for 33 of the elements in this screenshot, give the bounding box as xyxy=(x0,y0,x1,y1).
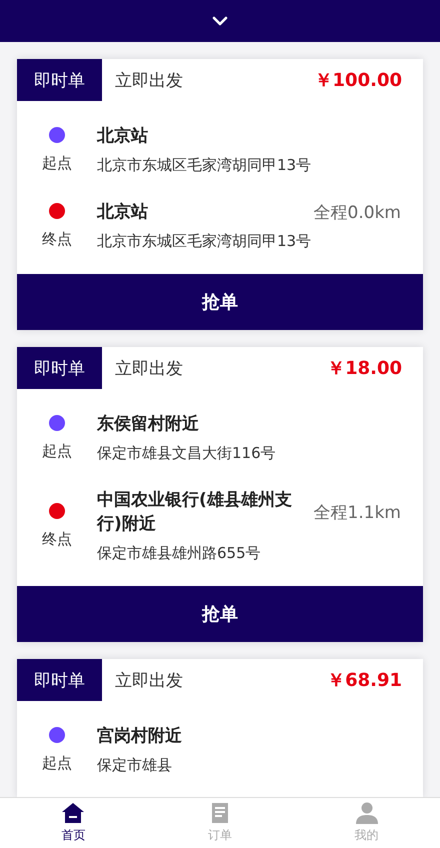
location-label: 起点 xyxy=(42,153,72,173)
place-address: 保定市雄县 xyxy=(97,755,173,776)
person-icon xyxy=(354,802,379,824)
place-name: 北京站 xyxy=(97,201,149,224)
grab-order-button[interactable]: 抢单 xyxy=(17,586,423,642)
place-address: 北京市东城区毛家湾胡同甲13号 xyxy=(97,231,312,252)
place-address: 北京市东城区毛家湾胡同甲13号 xyxy=(97,155,312,176)
price: ￥18.00 xyxy=(327,357,402,380)
departure-time: 立即出发 xyxy=(115,70,184,92)
order-type-tag: 即时单 xyxy=(17,659,102,701)
order-type-tag: 即时单 xyxy=(17,347,102,389)
place-address: 保定市雄县文昌大街116号 xyxy=(97,443,277,464)
order-type-tag: 即时单 xyxy=(17,59,102,101)
place-name: 北京站 xyxy=(97,125,149,148)
trip-distance: 全程1.1km xyxy=(314,502,401,524)
home-icon xyxy=(61,802,86,824)
location-label: 终点 xyxy=(42,529,72,549)
departure-time: 立即出发 xyxy=(115,358,184,380)
price: ￥100.00 xyxy=(314,69,402,92)
location-label: 起点 xyxy=(42,753,72,773)
chevron-down-icon[interactable] xyxy=(212,16,228,26)
place-name: 宫岗村附近 xyxy=(97,725,183,748)
departure-time: 立即出发 xyxy=(115,670,184,692)
tab[interactable]: 首页 xyxy=(0,798,147,848)
trip-distance: 全程0.0km xyxy=(314,202,401,224)
place-address: 保定市雄县雄州路655号 xyxy=(97,543,262,564)
place-name: 东侯留村附近 xyxy=(97,413,200,436)
price: ￥68.91 xyxy=(327,669,402,692)
location-label: 终点 xyxy=(42,229,72,249)
location-label: 起点 xyxy=(42,441,72,461)
grab-order-button[interactable]: 抢单 xyxy=(17,274,423,330)
document-icon xyxy=(209,802,231,824)
place-name: 中国农业银行(雄县雄州支行)附近 xyxy=(97,489,293,536)
